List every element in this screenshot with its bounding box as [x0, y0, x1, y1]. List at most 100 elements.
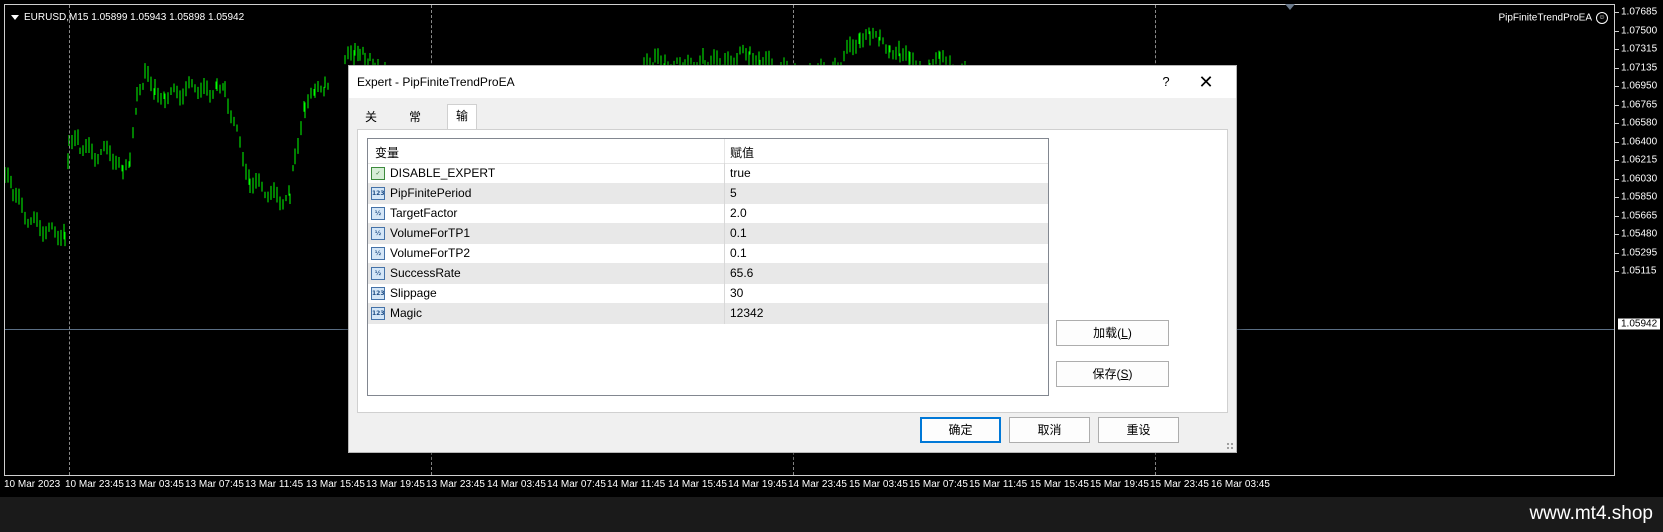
- price-tick: [1615, 123, 1619, 124]
- time-label: 14 Mar 23:45: [788, 479, 847, 490]
- time-label: 16 Mar 03:45: [1211, 479, 1270, 490]
- price-tick: [1615, 271, 1619, 272]
- table-row[interactable]: ½ TargetFactor 2.0: [368, 203, 1048, 225]
- double-icon: ½: [371, 267, 385, 280]
- tab-common[interactable]: 常用: [401, 106, 429, 146]
- current-price-label: 1.05942: [1618, 318, 1661, 330]
- time-label: 15 Mar 23:45: [1150, 479, 1209, 490]
- time-label: 15 Mar 07:45: [909, 479, 968, 490]
- cell-divider: [724, 263, 725, 284]
- double-icon: ½: [371, 207, 385, 220]
- cell-divider: [724, 203, 725, 224]
- int-icon: 123: [371, 287, 385, 300]
- price-label: 1.06400: [1621, 136, 1658, 147]
- time-label: 10 Mar 23:45: [65, 479, 124, 490]
- table-row[interactable]: ½ VolumeForTP1 0.1: [368, 223, 1048, 245]
- param-value[interactable]: 5: [730, 186, 737, 200]
- save-button[interactable]: 保存(S): [1056, 361, 1169, 387]
- table-row[interactable]: 123 Magic 12342: [368, 303, 1048, 325]
- cell-divider: [724, 283, 725, 304]
- tab-about[interactable]: 关于: [357, 106, 385, 146]
- param-name: TargetFactor: [390, 206, 458, 220]
- table-row[interactable]: 123 Slippage 30: [368, 283, 1048, 305]
- time-label: 13 Mar 03:45: [125, 479, 184, 490]
- save-button-label: 保存(: [1092, 367, 1121, 381]
- price-tick: [1615, 178, 1619, 180]
- price-axis[interactable]: 1.07685 1.07500 1.07315 1.07135 1.06950 1.067…: [1615, 4, 1663, 476]
- price-label: 1.06950: [1621, 80, 1658, 92]
- time-label: 14 Mar 11:45: [607, 479, 666, 490]
- save-button-end: ): [1128, 367, 1133, 381]
- table-row[interactable]: 123 PipFinitePeriod 5: [368, 183, 1048, 205]
- expert-dialog: Expert - PipFiniteTrendProEA ? ✕ 关于 常用 输…: [348, 65, 1237, 453]
- param-name: SuccessRate: [390, 266, 461, 280]
- table-row[interactable]: ✓ DISABLE_EXPERT true: [368, 163, 1048, 185]
- help-button[interactable]: ?: [1156, 72, 1176, 92]
- price-label: 1.05850: [1621, 191, 1658, 203]
- column-header-variable[interactable]: 变量: [375, 144, 399, 161]
- parameters-table[interactable]: 变量 赋值 ✓ DISABLE_EXPERT true 123 PipFinitePer…: [367, 138, 1049, 396]
- param-value[interactable]: true: [730, 166, 751, 180]
- table-header: 变量 赋值: [368, 139, 1048, 164]
- double-icon: ½: [371, 227, 385, 240]
- time-label: 13 Mar 19:45: [366, 479, 425, 490]
- cancel-button[interactable]: 取消: [1009, 417, 1090, 443]
- time-label: 15 Mar 19:45: [1090, 479, 1149, 490]
- cell-divider: [724, 163, 725, 184]
- param-value[interactable]: 2.0: [730, 206, 747, 220]
- param-value[interactable]: 30: [730, 286, 743, 300]
- watermark: www.mt4.shop: [1529, 503, 1653, 524]
- price-tick: [1615, 197, 1619, 198]
- save-button-hotkey: S: [1120, 367, 1129, 381]
- price-tick: [1615, 12, 1619, 13]
- price-label: 1.05665: [1621, 210, 1658, 221]
- time-label: 13 Mar 11:45: [245, 479, 304, 490]
- price-tick: [1615, 49, 1619, 50]
- table-row[interactable]: ½ SuccessRate 65.6: [368, 263, 1048, 285]
- int-icon: 123: [371, 307, 385, 320]
- tab-inputs[interactable]: 输入参数: [447, 104, 478, 189]
- price-tick: [1615, 160, 1619, 161]
- title-bar[interactable]: Expert - PipFiniteTrendProEA ? ✕: [349, 66, 1236, 98]
- price-label: 1.06030: [1621, 173, 1658, 184]
- column-divider[interactable]: [724, 139, 725, 163]
- param-name: DISABLE_EXPERT: [390, 166, 496, 180]
- cell-divider: [724, 303, 725, 324]
- price-label: 1.05295: [1621, 247, 1658, 258]
- param-name: PipFinitePeriod: [390, 186, 472, 200]
- load-button[interactable]: 加载(L): [1056, 320, 1169, 346]
- load-button-label: 加载(: [1093, 326, 1122, 340]
- price-label: 1.07135: [1621, 62, 1658, 73]
- reset-button[interactable]: 重设: [1098, 417, 1179, 443]
- price-label: 1.05480: [1621, 228, 1658, 240]
- table-row[interactable]: ½ VolumeForTP2 0.1: [368, 243, 1048, 265]
- grid-line: [69, 5, 70, 475]
- double-icon: ½: [371, 247, 385, 260]
- dialog-title: Expert - PipFiniteTrendProEA: [357, 75, 515, 89]
- load-button-hotkey: L: [1121, 326, 1128, 340]
- time-label: 10 Mar 2023: [4, 479, 61, 490]
- price-tick: [1615, 215, 1619, 217]
- param-value[interactable]: 65.6: [730, 266, 753, 280]
- param-value[interactable]: 0.1: [730, 226, 747, 240]
- close-button[interactable]: ✕: [1194, 71, 1218, 93]
- param-value[interactable]: 12342: [730, 306, 763, 320]
- price-label: 1.07500: [1621, 25, 1658, 36]
- time-label: 15 Mar 03:45: [849, 479, 908, 490]
- time-label: 13 Mar 07:45: [185, 479, 244, 490]
- ok-button[interactable]: 确定: [920, 417, 1001, 443]
- time-label: 15 Mar 11:45: [969, 479, 1028, 490]
- price-label: 1.06580: [1621, 117, 1658, 129]
- chart-shift-marker-icon[interactable]: [1285, 4, 1295, 10]
- column-header-value[interactable]: 赋值: [730, 144, 754, 161]
- price-label: 1.05115: [1621, 265, 1657, 277]
- param-value[interactable]: 0.1: [730, 246, 747, 260]
- resize-grip-icon[interactable]: [1226, 442, 1234, 450]
- time-axis[interactable]: 10 Mar 2023 10 Mar 23:45 13 Mar 03:45 13 Ma…: [4, 476, 1615, 496]
- dropdown-triangle-icon: [11, 14, 19, 20]
- int-icon: 123: [371, 187, 385, 200]
- param-name: VolumeForTP1: [390, 226, 471, 240]
- price-tick: [1615, 104, 1619, 106]
- cell-divider: [724, 223, 725, 244]
- expert-name: PipFiniteTrendProEA: [1498, 12, 1592, 24]
